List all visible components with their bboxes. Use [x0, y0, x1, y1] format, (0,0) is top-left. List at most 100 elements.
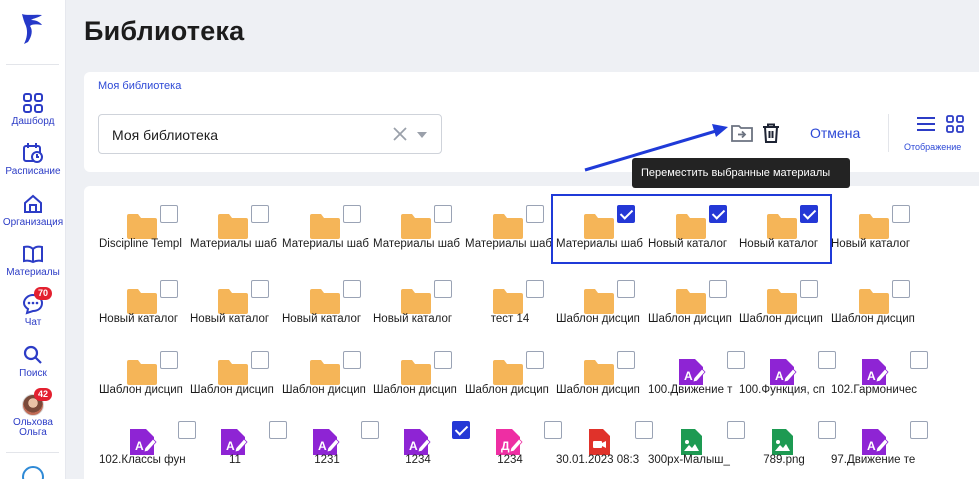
select-checkbox[interactable]: [251, 205, 269, 223]
material-label: Новый каталог: [831, 238, 911, 250]
folder-icon: [858, 212, 890, 240]
grid-view-icon[interactable]: [946, 115, 964, 133]
sidebar-item-schedule[interactable]: Расписание: [0, 142, 66, 177]
material-tile[interactable]: Шаблон дисцип: [738, 279, 830, 349]
logo-icon[interactable]: [18, 12, 44, 46]
folder-icon: [400, 358, 432, 386]
material-tile[interactable]: Шаблон дисцип: [555, 279, 647, 349]
material-tile[interactable]: Новый каталог: [738, 204, 830, 274]
material-tile[interactable]: Шаблон дисцип: [281, 350, 373, 420]
sidebar-item-dashboard[interactable]: Дашборд: [0, 92, 66, 127]
material-tile[interactable]: Материалы шаб: [555, 204, 647, 274]
material-tile[interactable]: A 100.Движение т: [647, 350, 745, 420]
sidebar-item-organization[interactable]: Организация: [0, 193, 66, 228]
material-label: Шаблон дисцип: [99, 384, 183, 396]
material-tile[interactable]: Д 1234: [464, 420, 562, 479]
material-tile[interactable]: A 102.Классы фун: [98, 420, 196, 479]
select-checkbox[interactable]: [160, 351, 178, 369]
sidebar-item-search[interactable]: Поиск: [0, 344, 66, 379]
material-tile[interactable]: Discipline Templ: [98, 204, 190, 274]
select-checkbox[interactable]: [434, 351, 452, 369]
breadcrumb[interactable]: Моя библиотека: [98, 80, 181, 92]
material-tile[interactable]: Новый каталог: [281, 279, 373, 349]
select-checkbox[interactable]: [892, 205, 910, 223]
dashboard-icon: [23, 93, 43, 113]
select-checkbox[interactable]: [910, 351, 928, 369]
material-tile[interactable]: Материалы шаб: [372, 204, 464, 274]
material-tile[interactable]: 30.01.2023 08:3: [555, 420, 653, 479]
select-checkbox[interactable]: [160, 205, 178, 223]
material-tile[interactable]: Материалы шаб: [189, 204, 281, 274]
material-tile[interactable]: A 100.Функция, сп: [738, 350, 836, 420]
select-checkbox[interactable]: [343, 280, 361, 298]
library-select[interactable]: Моя библиотека: [98, 114, 442, 154]
folder-icon: [492, 212, 524, 240]
folder-icon: [675, 212, 707, 240]
select-checkbox[interactable]: [251, 280, 269, 298]
material-tile[interactable]: 789.png: [738, 420, 836, 479]
select-checkbox[interactable]: [526, 280, 544, 298]
folder-icon: [766, 287, 798, 315]
material-tile[interactable]: Новый каталог: [830, 204, 922, 274]
sidebar-item-materials[interactable]: Материалы: [0, 243, 66, 278]
support-icon[interactable]: [22, 466, 44, 479]
select-checkbox[interactable]: [434, 205, 452, 223]
material-tile[interactable]: A 1234: [372, 420, 470, 479]
svg-text:A: A: [775, 369, 784, 383]
list-view-icon[interactable]: [916, 115, 936, 133]
sidebar-item-label: Чат: [24, 317, 42, 328]
material-tile[interactable]: A 11: [189, 420, 287, 479]
move-to-folder-icon[interactable]: [730, 122, 754, 144]
material-tile[interactable]: A 102.Гармоничес: [830, 350, 928, 420]
material-tile[interactable]: Шаблон дисцип: [555, 350, 647, 420]
material-tile[interactable]: Новый каталог: [647, 204, 739, 274]
select-checkbox[interactable]: [343, 351, 361, 369]
select-checkbox[interactable]: [617, 280, 635, 298]
folder-icon: [492, 287, 524, 315]
image-file-icon: [675, 428, 707, 456]
material-tile[interactable]: Шаблон дисцип: [372, 350, 464, 420]
document-icon: A: [400, 428, 432, 456]
sidebar-item-label: Организация: [2, 217, 64, 228]
select-checkbox[interactable]: [910, 421, 928, 439]
material-tile[interactable]: Новый каталог: [189, 279, 281, 349]
sidebar-item-profile[interactable]: Ольхова Ольга 42: [0, 388, 66, 438]
select-checkbox[interactable]: [526, 351, 544, 369]
material-tile[interactable]: A 97.Движение те: [830, 420, 928, 479]
sidebar: Дашборд Расписание Организация Материалы…: [0, 0, 66, 479]
material-tile[interactable]: Материалы шаб: [281, 204, 373, 274]
select-checkbox[interactable]: [709, 205, 727, 223]
select-checkbox[interactable]: [160, 280, 178, 298]
sidebar-item-chat[interactable]: Чат 70: [0, 287, 66, 328]
material-tile[interactable]: Шаблон дисцип: [189, 350, 281, 420]
select-checkbox[interactable]: [434, 280, 452, 298]
material-tile[interactable]: Шаблон дисцип: [98, 350, 190, 420]
sidebar-item-label: Поиск: [19, 368, 47, 379]
material-label: Шаблон дисцип: [190, 384, 274, 396]
material-tile[interactable]: 300px-Малыш_: [647, 420, 745, 479]
select-checkbox[interactable]: [343, 205, 361, 223]
toolbar-panel: Моя библиотека Моя библиотека Отмена Ото…: [84, 72, 979, 172]
folder-icon: [126, 212, 158, 240]
select-checkbox[interactable]: [617, 205, 635, 223]
select-checkbox[interactable]: [526, 205, 544, 223]
material-tile[interactable]: тест 14: [464, 279, 556, 349]
trash-icon[interactable]: [760, 122, 782, 144]
material-label: 102.Классы фун: [99, 454, 186, 466]
cancel-button[interactable]: Отмена: [810, 125, 860, 141]
material-tile[interactable]: Материалы шаб: [464, 204, 556, 274]
select-checkbox[interactable]: [892, 280, 910, 298]
select-checkbox[interactable]: [800, 280, 818, 298]
select-checkbox[interactable]: [709, 280, 727, 298]
select-checkbox[interactable]: [800, 205, 818, 223]
material-tile[interactable]: Шаблон дисцип: [830, 279, 922, 349]
clear-icon[interactable]: [391, 125, 409, 143]
material-tile[interactable]: Шаблон дисцип: [464, 350, 556, 420]
select-checkbox[interactable]: [251, 351, 269, 369]
material-tile[interactable]: Новый каталог: [372, 279, 464, 349]
chevron-down-icon[interactable]: [417, 132, 427, 138]
material-tile[interactable]: A 1231: [281, 420, 379, 479]
select-checkbox[interactable]: [617, 351, 635, 369]
material-tile[interactable]: Новый каталог: [98, 279, 190, 349]
material-tile[interactable]: Шаблон дисцип: [647, 279, 739, 349]
